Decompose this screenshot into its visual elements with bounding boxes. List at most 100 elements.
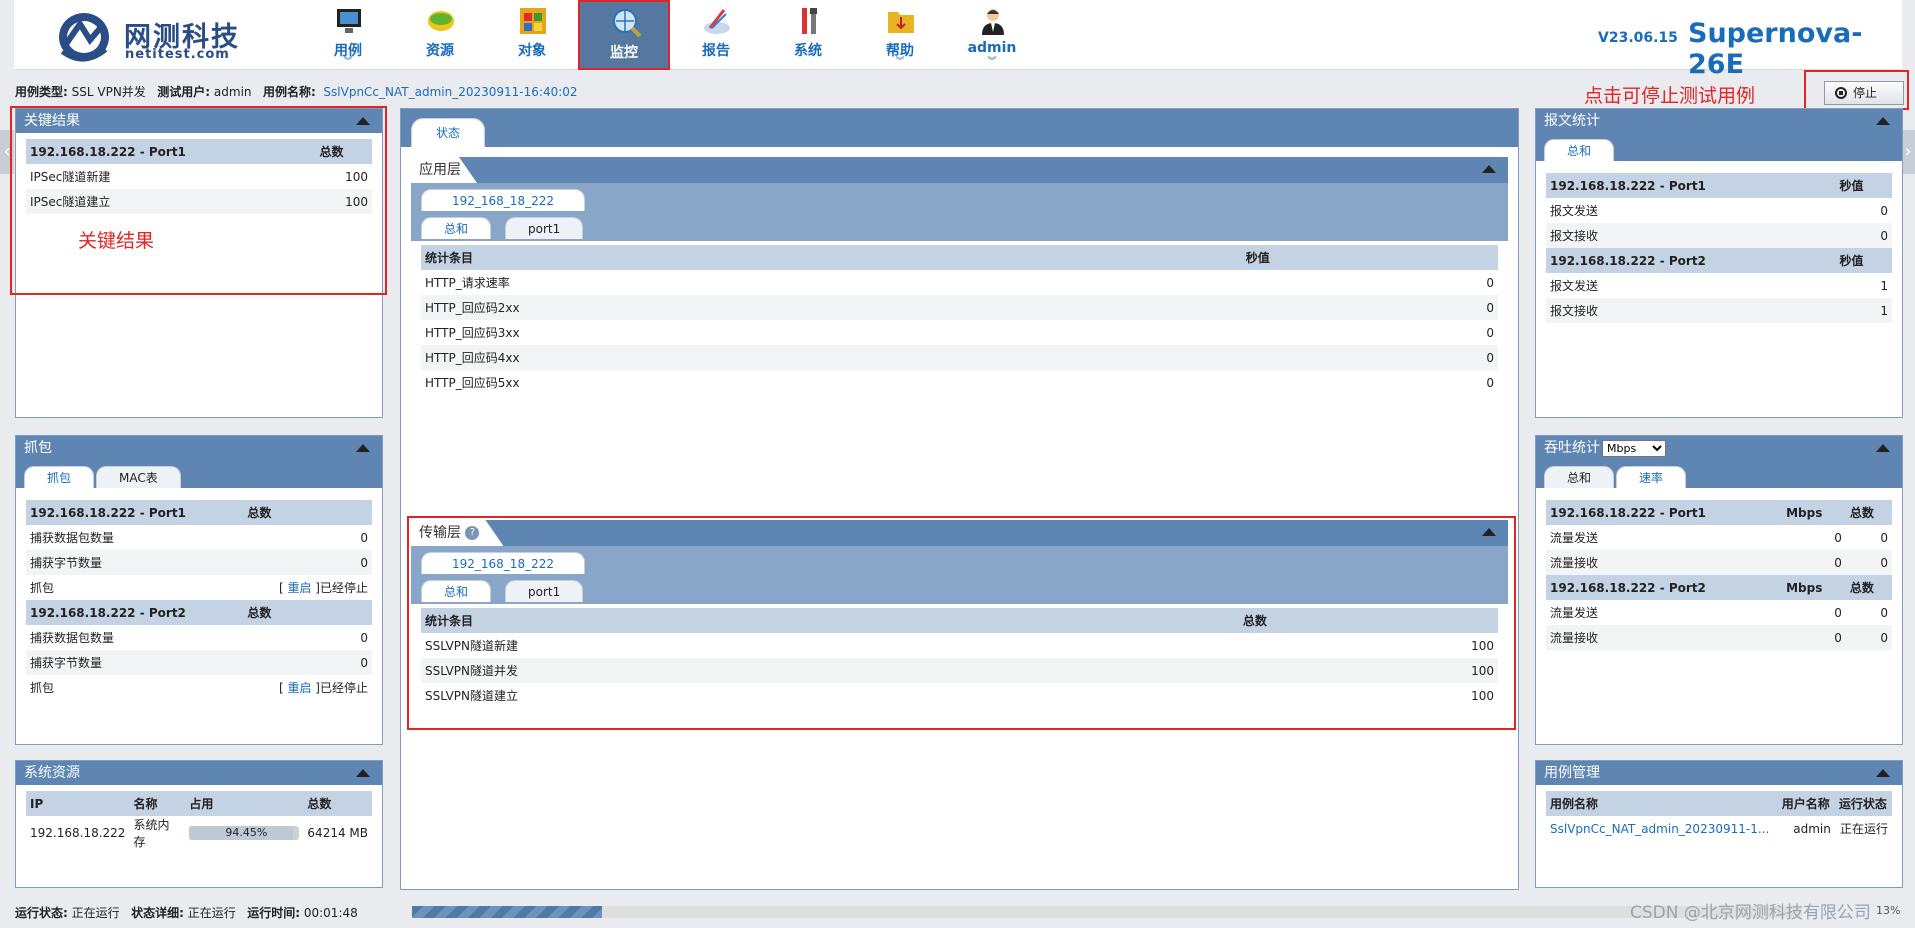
panel-title: 用例管理 <box>1544 765 1600 781</box>
panel-title: 吞吐统计 <box>1544 440 1600 456</box>
top-header: 网测科技 netitest.com 用例 ︾ 资源 对象 监控 报告 系统 帮助… <box>14 0 1902 80</box>
cell: 捕获数据包数量 <box>30 631 115 645</box>
tab-capture[interactable]: 抓包 <box>24 466 95 488</box>
system-resources-table: IP 名称 占用 总数 192.168.18.222 系统内存 94.45% 6… <box>26 791 372 850</box>
restart-link[interactable]: 重启 <box>287 681 311 695</box>
cell: 流量发送 <box>1550 606 1599 620</box>
cell: 流量接收 <box>1546 550 1783 575</box>
cell: HTTP_回应码2xx <box>421 295 1242 320</box>
section-title: 应用层 <box>419 162 461 178</box>
collapse-icon[interactable] <box>1482 165 1496 173</box>
capture-tabs: 抓包 MAC表 <box>16 460 382 488</box>
table-row: 捕获数据包数量 0 <box>26 525 372 550</box>
tab-status[interactable]: 状态 <box>411 118 486 147</box>
table-row: HTTP_回应码3xx 0 <box>421 320 1498 345</box>
test-user-value: admin <box>213 85 252 99</box>
collapse-icon[interactable] <box>1876 444 1890 452</box>
system-resources-panel: 系统资源 IP 名称 占用 总数 192.168.18.222 系统内存 94.… <box>15 760 383 888</box>
nav-objects[interactable]: 对象 <box>486 0 578 70</box>
cell: HTTP_请求速率 <box>425 276 510 290</box>
table-row: 抓包 [ 重启 ]已经停止 <box>26 575 372 600</box>
resource-icon <box>428 11 454 31</box>
case-info-line: 用例类型: SSL VPN并发 测试用户: admin 用例名称: SslVpn… <box>15 83 578 100</box>
collapse-icon[interactable] <box>356 444 370 452</box>
restart-link[interactable]: 重启 <box>287 581 311 595</box>
memory-usage-bar: 94.45% <box>189 826 300 841</box>
collapse-icon[interactable] <box>1876 769 1890 777</box>
cell: 捕获数据包数量 <box>30 531 115 545</box>
table-row: 192.168.18.222 系统内存 94.45% 64214 MB <box>26 816 372 850</box>
nav-admin[interactable]: admin ︾ <box>946 0 1038 70</box>
memory-usage-text: 94.45% <box>225 826 268 840</box>
capture-table: 192.168.18.222 - Port1 总数 捕获数据包数量 0 捕获字节数量… <box>26 500 372 700</box>
panel-title-tab: 用例管理 <box>1536 761 1616 785</box>
table-header: 秒值 <box>1835 248 1892 273</box>
table-row: 捕获字节数量 0 <box>26 550 372 575</box>
cell: 0 <box>1834 605 1842 620</box>
run-time-label: 运行时间: <box>247 906 301 920</box>
collapse-icon[interactable] <box>1876 117 1890 125</box>
cell: 0 <box>243 650 372 675</box>
logo-domain: netitest.com <box>125 47 230 62</box>
app-layer-table: 统计条目 秒值 HTTP_请求速率 0 HTTP_回应码2xx 0 HTTP_回应码3… <box>421 245 1498 395</box>
tab-ip-192-168-18-222[interactable]: 192_168_18_222 <box>421 189 585 211</box>
tab-sum[interactable]: 总和 <box>421 217 492 239</box>
table-header: 运行状态 <box>1834 791 1892 816</box>
tab-sum[interactable]: 总和 <box>1544 139 1615 161</box>
tab-sum[interactable]: 总和 <box>1544 466 1615 488</box>
cell: 流量接收 <box>1546 625 1783 650</box>
throughput-unit-select[interactable]: Mbps <box>1602 440 1666 457</box>
table-header: 总数 <box>1845 575 1892 600</box>
key-results-annotation: 关键结果 <box>78 230 155 252</box>
case-name-link[interactable]: SslVpnCc_NAT_admin_20230911-1... <box>1546 816 1778 841</box>
throughput-table: 192.168.18.222 - Port1 Mbps 总数 流量发送 0 0 流量接收… <box>1546 500 1892 650</box>
table-header: 名称 <box>129 791 186 816</box>
progress-percent: 13% <box>1876 904 1901 917</box>
table-header: 占用 <box>185 791 304 816</box>
tab-port1[interactable]: port1 <box>505 217 584 239</box>
nav-label: 报告 <box>702 43 730 59</box>
panel-title: 系统资源 <box>24 765 80 781</box>
table-header: 用例名称 <box>1546 791 1778 816</box>
cell: 1 <box>1880 278 1888 293</box>
cell: HTTP_回应码4xx <box>421 345 1242 370</box>
packet-stats-tabs: 总和 <box>1536 133 1902 161</box>
user-icon <box>982 9 1004 35</box>
cell: 64214 MB <box>307 826 368 840</box>
status-tabbar: 状态 <box>401 109 1518 147</box>
nav-reports[interactable]: 报告 <box>670 0 762 70</box>
cell: 捕获字节数量 <box>26 550 244 575</box>
nav-system[interactable]: 系统 <box>762 0 854 70</box>
table-header: IP <box>26 791 130 816</box>
nav-resources[interactable]: 资源 <box>394 0 486 70</box>
folder-icon <box>888 12 914 33</box>
stop-icon <box>1835 87 1847 99</box>
panel-title-tab: 抓包 <box>16 436 68 460</box>
chevron-down-icon: ︾ <box>987 57 997 67</box>
stop-button[interactable]: 停止 <box>1824 81 1904 105</box>
nav-monitor[interactable]: 监控 <box>578 0 670 70</box>
cell: 0 <box>1880 605 1888 620</box>
panel-title-tab: 吞吐统计 Mbps <box>1536 436 1692 460</box>
cell: 0 <box>1845 625 1892 650</box>
tab-mac-table[interactable]: MAC表 <box>96 466 181 488</box>
cell: 0 <box>1845 550 1892 575</box>
transport-layer-highlight-box <box>407 516 1516 730</box>
packet-stats-table: 192.168.18.222 - Port1 秒值 报文发送 0 报文接收 0 192… <box>1546 173 1892 323</box>
cell: 94.45% <box>185 816 303 850</box>
case-name-link[interactable]: SslVpnCc_NAT_admin_20230911-16:40:02 <box>323 85 577 99</box>
chevron-down-icon: ︾ <box>343 57 353 67</box>
table-header: 192.168.18.222 - Port2 <box>1546 248 1836 273</box>
right-collapse-arrow-icon[interactable]: › <box>1901 130 1915 174</box>
panel-header: 系统资源 <box>16 761 382 785</box>
nav-cases[interactable]: 用例 ︾ <box>302 0 394 70</box>
tab-rate[interactable]: 速率 <box>1616 466 1687 488</box>
table-row: 报文发送 1 <box>1546 273 1892 298</box>
cell: 0 <box>243 550 372 575</box>
nav-help[interactable]: 帮助 ︾ <box>854 0 946 70</box>
table-header: 192.168.18.222 - Port2 <box>26 600 244 625</box>
collapse-icon[interactable] <box>356 769 370 777</box>
tools-icon <box>802 8 817 34</box>
panel-header: 用例管理 <box>1536 761 1902 785</box>
objects-icon <box>520 8 546 34</box>
